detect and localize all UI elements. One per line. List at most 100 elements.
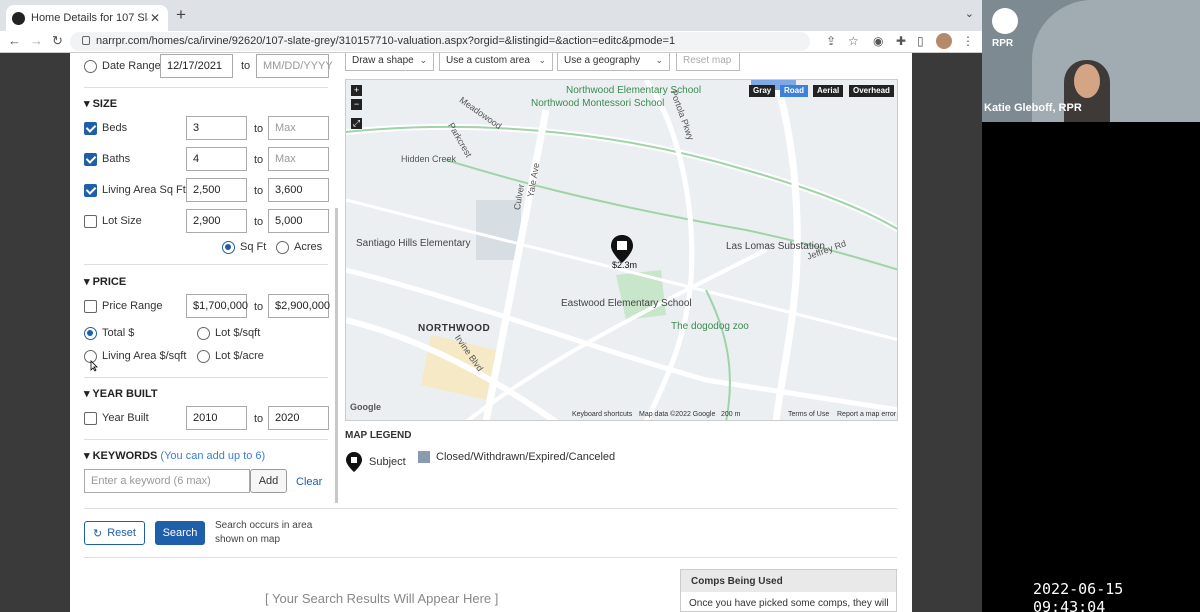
sqft-option[interactable]: Sq Ft — [222, 234, 266, 260]
sqft-radio[interactable] — [222, 240, 235, 254]
filters-scrollbar[interactable] — [335, 208, 338, 503]
beds-label: Beds — [102, 122, 128, 134]
acres-option[interactable]: Acres — [276, 234, 322, 260]
price-min-input[interactable]: $1,700,000 — [186, 294, 248, 318]
map-label-neighborhood: NORTHWOOD — [418, 323, 491, 334]
sqft-label: Sq Ft — [240, 241, 267, 253]
divider — [84, 439, 328, 440]
back-icon[interactable]: ← — [8, 33, 21, 48]
lot-size-min-input[interactable]: 2,900 — [186, 209, 247, 233]
price-range-row: Price Range — [84, 293, 163, 319]
divider — [84, 87, 328, 88]
fullscreen-icon[interactable]: ⤢ — [351, 118, 362, 129]
close-tab-icon[interactable]: ✕ — [148, 11, 162, 25]
browser-menu-icon[interactable]: ⋮ — [962, 34, 974, 48]
map-scale[interactable]: 200 m — [721, 411, 740, 418]
beds-checkbox[interactable] — [84, 121, 97, 135]
profile-avatar[interactable] — [936, 33, 952, 49]
size-section-header[interactable]: ▾ SIZE — [84, 97, 117, 110]
lot-size-to-label: to — [254, 216, 264, 228]
reset-map-button[interactable]: Reset map — [676, 53, 740, 71]
custom-area-dropdown[interactable]: Use a custom area ⌄ — [439, 53, 553, 71]
url-field[interactable]: narrpr.com/homes/ca/irvine/92620/107-sla… — [70, 32, 810, 51]
beds-max-input[interactable]: Max — [268, 116, 329, 140]
search-map[interactable]: Gray Road Aerial Overhead + − ⤢ Northwoo… — [345, 79, 898, 421]
lot-acre-option[interactable]: Lot $/acre — [197, 343, 264, 369]
year-from-input[interactable]: 2010 — [186, 406, 247, 430]
beds-row: Beds — [84, 115, 127, 141]
year-built-label: Year Built — [102, 412, 149, 424]
baths-checkbox[interactable] — [84, 152, 97, 166]
map-terms-link[interactable]: Terms of Use — [788, 411, 829, 418]
reload-icon[interactable]: ↻ — [52, 33, 63, 49]
presenter-video: RPR Katie Gleboff, RPR — [982, 0, 1200, 122]
lot-size-checkbox[interactable] — [84, 214, 97, 228]
page-backdrop-right — [912, 53, 982, 612]
add-keyword-button[interactable]: Add — [250, 469, 287, 493]
rpr-brand-text: RPR — [992, 38, 1014, 49]
baths-to-label: to — [254, 154, 264, 166]
keyword-input[interactable]: Enter a keyword (6 max) — [84, 469, 250, 493]
bookmark-star-icon[interactable]: ☆ — [848, 34, 859, 48]
year-built-section-header[interactable]: ▾ YEAR BUILT — [84, 387, 158, 400]
date-range-radio[interactable] — [84, 59, 97, 73]
map-type-aerial[interactable]: Aerial — [813, 85, 844, 97]
map-label-santiago: Santiago Hills Elementary — [356, 238, 471, 249]
price-max-input[interactable]: $2,900,000 — [268, 294, 330, 318]
year-built-checkbox[interactable] — [84, 411, 97, 425]
living-area-max-input[interactable]: 3,600 — [268, 178, 329, 202]
reset-button[interactable]: ↻ Reset — [84, 521, 145, 545]
map-type-gray[interactable]: Gray — [749, 85, 776, 97]
rpr-logo-icon — [992, 8, 1018, 34]
divider — [84, 508, 897, 509]
new-tab-icon[interactable]: + — [176, 5, 186, 25]
price-section-header[interactable]: ▾ PRICE — [84, 275, 126, 288]
legend-closed-label: Closed/Withdrawn/Expired/Canceled — [436, 451, 616, 463]
date-to-input[interactable]: MM/DD/YYYY — [256, 54, 333, 78]
living-area-min-input[interactable]: 2,500 — [186, 178, 247, 202]
map-report-link[interactable]: Report a map error — [837, 411, 896, 418]
google-logo: Google — [350, 402, 381, 412]
divider — [84, 557, 897, 558]
draw-shape-dropdown[interactable]: Draw a shape ⌄ — [345, 53, 434, 71]
lot-size-max-input[interactable]: 5,000 — [268, 209, 329, 233]
map-type-overhead[interactable]: Overhead — [849, 85, 894, 97]
lot-sqft-radio[interactable] — [197, 326, 210, 340]
closed-swatch-icon — [418, 451, 430, 463]
map-type-road[interactable]: Road — [780, 85, 808, 97]
map-label-eastwood: Eastwood Elementary School — [561, 298, 692, 309]
legend-subject-label: Subject — [369, 456, 406, 468]
keywords-section-header[interactable]: ▾ KEYWORDS (You can add up to 6) — [84, 449, 265, 462]
extensions-puzzle-icon[interactable]: ✚ — [896, 34, 906, 48]
forward-icon[interactable]: → — [30, 33, 43, 48]
baths-max-input[interactable]: Max — [268, 147, 329, 171]
map-legend-title: MAP LEGEND — [345, 430, 412, 441]
map-data-text: Map data ©2022 Google — [639, 411, 716, 418]
year-to-input[interactable]: 2020 — [268, 406, 329, 430]
date-from-input[interactable]: 12/17/2021 — [160, 54, 233, 78]
zoom-in-icon[interactable]: + — [351, 85, 362, 96]
recording-timestamp: 2022-06-15 09:43:04 — [1033, 580, 1124, 612]
beds-to-label: to — [254, 123, 264, 135]
tab-search-icon[interactable]: ⌄ — [965, 7, 974, 20]
extension-icon[interactable]: ◉ — [873, 34, 883, 48]
browser-tab[interactable]: Home Details for 107 Slate Gre ✕ — [6, 5, 168, 31]
tab-title: Home Details for 107 Slate Gre — [31, 12, 148, 24]
price-range-checkbox[interactable] — [84, 299, 97, 313]
acres-radio[interactable] — [276, 240, 289, 254]
geography-dropdown[interactable]: Use a geography ⌄ — [557, 53, 670, 71]
clear-keywords-link[interactable]: Clear — [296, 476, 322, 488]
share-icon[interactable]: ⇪ — [826, 34, 836, 48]
comps-panel: Comps Being Used Once you have picked so… — [680, 569, 897, 612]
baths-min-input[interactable]: 4 — [186, 147, 247, 171]
divider — [84, 377, 328, 378]
total-price-radio[interactable] — [84, 326, 97, 340]
map-shortcuts-link[interactable]: Keyboard shortcuts — [572, 411, 632, 418]
search-button[interactable]: Search — [155, 521, 205, 545]
zoom-out-icon[interactable]: − — [351, 99, 362, 110]
living-area-checkbox[interactable] — [84, 183, 97, 197]
lot-acre-radio[interactable] — [197, 349, 210, 363]
sidebar-icon[interactable]: ▯ — [917, 34, 924, 48]
divider — [84, 264, 328, 265]
beds-min-input[interactable]: 3 — [186, 116, 247, 140]
